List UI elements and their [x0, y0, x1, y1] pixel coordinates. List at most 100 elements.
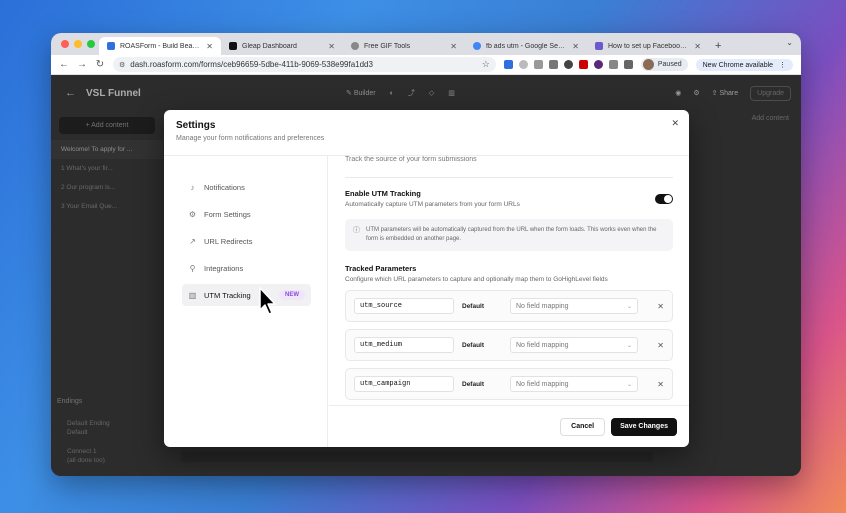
browser-tab[interactable]: How to set up Facebook Ad ✕ — [587, 37, 709, 55]
close-window-button[interactable] — [61, 40, 69, 48]
extension-icon[interactable] — [548, 60, 558, 69]
parameter-name-input[interactable]: utm_campaign — [354, 376, 454, 392]
extension-icon[interactable] — [593, 60, 603, 69]
browser-tab[interactable]: ROASForm - Build Beautiful F ✕ — [99, 37, 221, 55]
nav-item-utm-tracking[interactable]: ▥ UTM Tracking NEW — [182, 284, 311, 306]
nav-item-label: URL Redirects — [204, 236, 253, 246]
dialog-title: Settings — [176, 120, 216, 131]
nav-item-notifications[interactable]: ♪ Notifications — [182, 176, 311, 198]
nav-item-label: Form Settings — [204, 209, 251, 219]
section-description: Track the source of your form submission… — [345, 156, 477, 163]
tab-search-chevron-icon[interactable]: ⌄ — [786, 38, 793, 47]
save-changes-button[interactable]: Save Changes — [611, 417, 677, 436]
tab-title: ROASForm - Build Beautiful F — [120, 42, 201, 50]
kebab-menu-icon[interactable]: ⋮ — [779, 62, 786, 69]
field-mapping-select[interactable]: No field mapping ⌄ — [510, 337, 638, 353]
info-icon: ⓘ — [353, 227, 360, 234]
enable-utm-label: Enable UTM Tracking — [345, 189, 421, 198]
close-icon[interactable]: ✕ — [671, 118, 679, 129]
extensions-bar — [503, 60, 633, 69]
field-mapping-select[interactable]: No field mapping ⌄ — [510, 298, 638, 314]
browser-tab[interactable]: Gleap Dashboard ✕ — [221, 37, 343, 55]
reload-icon[interactable]: ↻ — [95, 59, 105, 70]
plug-icon: ⚲ — [189, 263, 196, 273]
info-callout: ⓘ UTM parameters will be automatically c… — [345, 219, 673, 251]
bell-icon: ♪ — [190, 182, 195, 192]
tab-title: Free GIF Tools — [364, 42, 411, 50]
tab-favicon-icon — [351, 42, 359, 50]
parameter-row: utm_medium Default No field mapping ⌄ ✕ — [345, 329, 673, 361]
remove-parameter-icon[interactable]: ✕ — [657, 302, 664, 311]
browser-tab[interactable]: Free GIF Tools ✕ — [343, 37, 465, 55]
google-g-icon — [473, 42, 481, 50]
parameter-row: utm_campaign Default No field mapping ⌄ … — [345, 368, 673, 400]
site-info-icon[interactable]: ⚙ — [119, 61, 125, 69]
tab-title: How to set up Facebook Ad — [608, 42, 690, 50]
gear-icon: ⚙ — [188, 209, 197, 219]
profile-chip[interactable]: Paused — [640, 58, 688, 71]
new-tab-plus-icon[interactable]: + — [709, 37, 727, 55]
nav-item-form-settings[interactable]: ⚙ Form Settings — [182, 203, 311, 225]
address-bar: ← → ↻ ⚙ dash.roasform.com/forms/ceb96659… — [51, 55, 801, 75]
window-controls — [61, 40, 95, 48]
avatar — [642, 59, 654, 70]
remove-parameter-icon[interactable]: ✕ — [657, 380, 664, 389]
tracked-parameters-description: Configure which URL parameters to captur… — [345, 276, 608, 283]
camera-extension-icon[interactable] — [533, 60, 543, 69]
puzzle-icon[interactable] — [608, 60, 618, 69]
close-tab-icon[interactable]: ✕ — [328, 42, 335, 51]
chevron-down-icon: ⌄ — [626, 303, 632, 310]
enable-utm-row: Enable UTM Tracking Automatically captur… — [345, 189, 673, 208]
parameter-name-input[interactable]: utm_source — [354, 298, 454, 314]
tab-strip: ROASForm - Build Beautiful F ✕ Gleap Das… — [51, 33, 801, 55]
tab-favicon-icon — [595, 42, 603, 50]
chrome-update-label: New Chrome available — [702, 61, 774, 69]
dialog-header: Settings Manage your form notifications … — [164, 110, 689, 156]
url-field[interactable]: ⚙ dash.roasform.com/forms/ceb96659-5dbe-… — [113, 57, 496, 72]
nav-item-integrations[interactable]: ⚲ Integrations — [182, 257, 311, 279]
field-mapping-value: No field mapping — [516, 380, 569, 388]
parameter-name-input[interactable]: utm_medium — [354, 337, 454, 353]
chevron-down-icon: ⌄ — [626, 381, 632, 388]
cancel-button[interactable]: Cancel — [560, 417, 606, 436]
back-arrow-icon[interactable]: ← — [59, 59, 69, 70]
settings-nav: ♪ Notifications ⚙ Form Settings ↗ URL Re… — [164, 156, 328, 447]
bookmark-star-icon[interactable]: ☆ — [482, 59, 490, 70]
close-tab-icon[interactable]: ✕ — [450, 42, 457, 51]
extension-icon[interactable] — [578, 60, 588, 69]
info-text: UTM parameters will be automatically cap… — [366, 227, 657, 242]
close-tab-icon[interactable]: ✕ — [206, 42, 213, 51]
default-tag: Default — [462, 380, 485, 388]
url-text: dash.roasform.com/forms/ceb96659-5dbe-41… — [130, 60, 373, 69]
enable-utm-description: Automatically capture UTM parameters fro… — [345, 201, 520, 208]
maximize-window-button[interactable] — [87, 40, 95, 48]
enable-utm-toggle[interactable] — [655, 193, 673, 204]
download-icon[interactable] — [623, 60, 633, 69]
chart-icon: ▥ — [188, 290, 197, 300]
field-mapping-value: No field mapping — [516, 341, 569, 349]
forward-arrow-icon[interactable]: → — [77, 59, 87, 70]
extension-icon[interactable] — [518, 60, 528, 69]
field-mapping-select[interactable]: No field mapping ⌄ — [510, 376, 638, 392]
tab-title: fb ads utm - Google Search — [486, 42, 568, 50]
chrome-update-button[interactable]: New Chrome available ⋮ — [695, 58, 793, 71]
minimize-window-button[interactable] — [74, 40, 82, 48]
close-tab-icon[interactable]: ✕ — [694, 42, 701, 51]
extension-icon[interactable] — [503, 60, 513, 69]
close-tab-icon[interactable]: ✕ — [572, 42, 579, 51]
remove-parameter-icon[interactable]: ✕ — [657, 341, 664, 350]
utm-settings-panel: Track the source of your form submission… — [329, 156, 689, 405]
profile-status: Paused — [657, 61, 682, 68]
default-tag: Default — [462, 341, 485, 349]
browser-tab[interactable]: fb ads utm - Google Search ✕ — [465, 37, 587, 55]
mouse-pointer-icon — [259, 287, 276, 315]
external-link-icon: ↗ — [189, 236, 196, 246]
nav-item-label: Integrations — [204, 263, 244, 273]
nav-item-url-redirects[interactable]: ↗ URL Redirects — [182, 230, 311, 252]
settings-dialog: Settings Manage your form notifications … — [164, 110, 689, 447]
divider — [345, 177, 673, 178]
extension-icon[interactable] — [563, 60, 573, 69]
tab-title: Gleap Dashboard — [242, 42, 297, 50]
tracked-parameters-title: Tracked Parameters — [345, 264, 417, 273]
default-tag: Default — [462, 302, 485, 310]
